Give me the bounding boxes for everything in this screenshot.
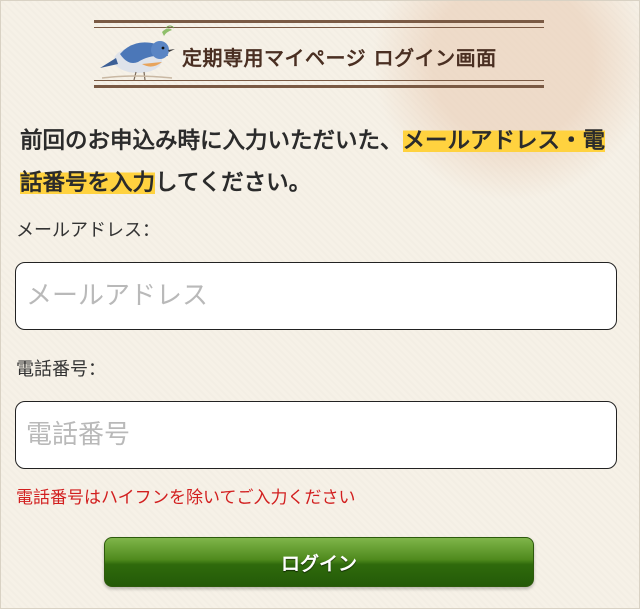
phone-field[interactable] (15, 401, 617, 469)
instruction-text-before: 前回のお申込み時に入力いただいた、 (20, 128, 403, 154)
login-button[interactable]: ログイン (104, 537, 534, 587)
email-label: メールアドレス： (16, 220, 160, 241)
header-banner: 定期専用マイページ ログイン画面 (94, 16, 544, 90)
phone-hyphen-note: 電話番号はハイフンを除いてご入力ください (16, 488, 356, 508)
phone-label: 電話番号： (16, 359, 106, 380)
banner-rule-top (94, 20, 544, 23)
page-title: 定期専用マイページ ログイン画面 (182, 46, 497, 70)
bird-illustration (100, 25, 175, 81)
instruction-text-after: してください。 (155, 170, 312, 196)
instruction-text: 前回のお申込み時に入力いただいた、メールアドレス・電話番号を入力してください。 (20, 120, 625, 204)
email-field[interactable] (15, 262, 617, 330)
login-button-label: ログイン (280, 552, 357, 575)
